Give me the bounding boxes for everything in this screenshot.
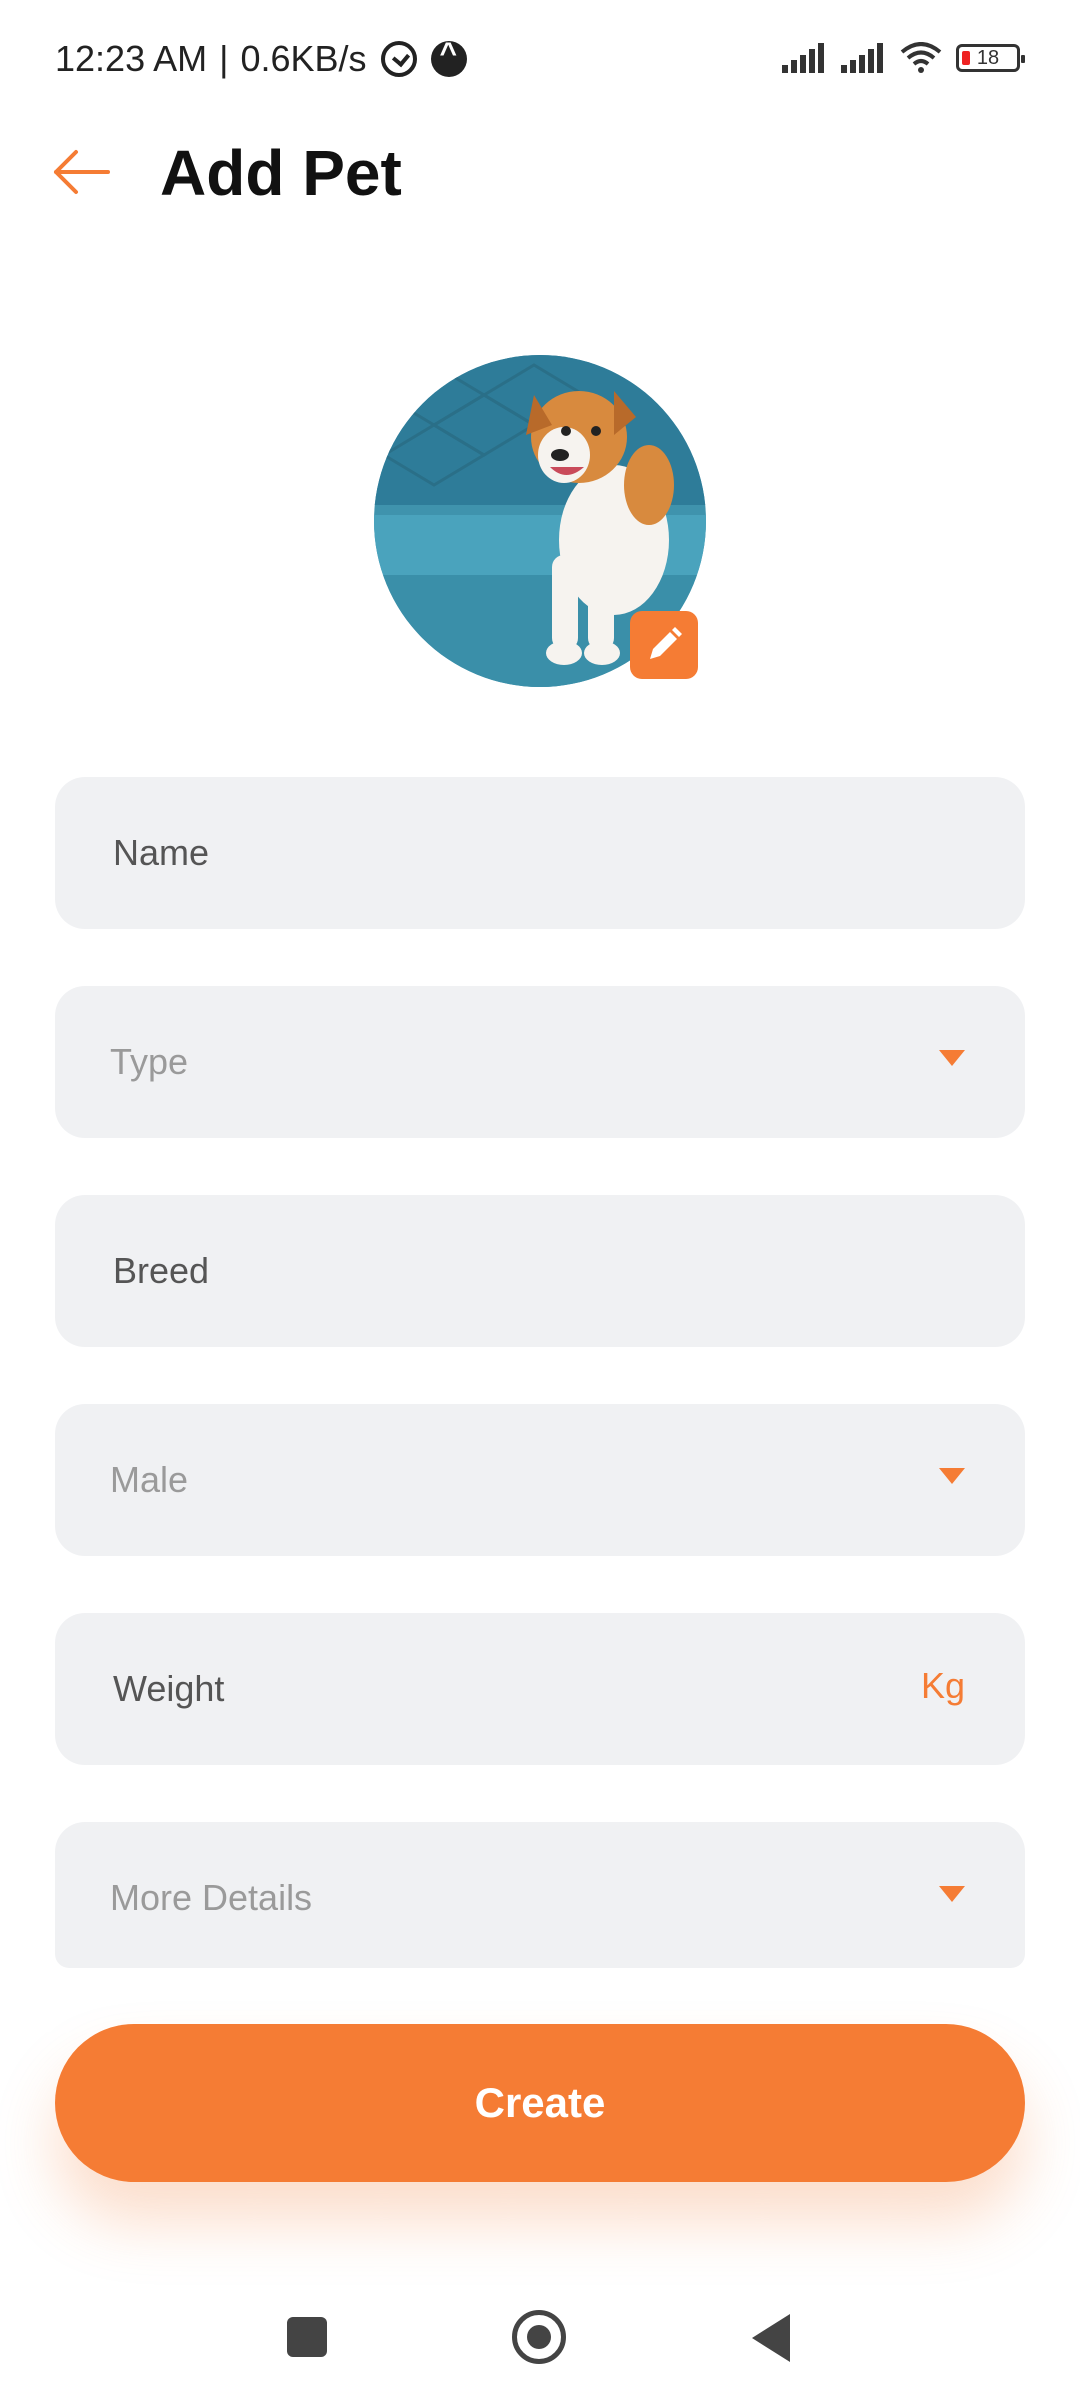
signal-icon bbox=[841, 43, 886, 73]
home-circle-icon[interactable] bbox=[512, 2310, 566, 2364]
status-time: 12:23 AM bbox=[55, 38, 208, 79]
pet-avatar-container bbox=[374, 355, 706, 687]
battery-icon: 18 bbox=[956, 44, 1025, 72]
signal-icon bbox=[782, 43, 827, 73]
name-field[interactable] bbox=[55, 777, 1025, 929]
pencil-icon bbox=[650, 627, 682, 659]
caret-down-icon bbox=[939, 1468, 965, 1484]
status-right: 18 bbox=[782, 42, 1025, 74]
weight-field[interactable]: Kg bbox=[55, 1613, 1025, 1765]
create-button[interactable]: Create bbox=[55, 2024, 1025, 2182]
battery-level: 18 bbox=[976, 46, 1000, 69]
caret-down-icon bbox=[939, 1050, 965, 1066]
type-select-placeholder: Type bbox=[110, 1041, 189, 1082]
gender-select[interactable]: Male bbox=[55, 1404, 1025, 1556]
alarm-icon bbox=[380, 41, 417, 77]
back-triangle-icon[interactable] bbox=[752, 2314, 790, 2362]
status-separator: | bbox=[219, 38, 229, 79]
recents-square-icon[interactable] bbox=[287, 2317, 327, 2357]
wifi-icon bbox=[900, 42, 942, 73]
more-details-label: More Details bbox=[110, 1877, 313, 1918]
gender-select-value: Male bbox=[110, 1459, 189, 1500]
arrow-left-icon[interactable] bbox=[50, 144, 112, 200]
page-title: Add Pet bbox=[160, 137, 402, 209]
weight-input[interactable] bbox=[55, 1613, 1025, 1765]
status-left: 12:23 AM | 0.6KB/s bbox=[55, 37, 467, 80]
more-details-select[interactable]: More Details bbox=[55, 1822, 1025, 1968]
app-notification-icon bbox=[430, 37, 467, 77]
caret-down-icon bbox=[939, 1886, 965, 1902]
status-bar: 12:23 AM | 0.6KB/s 18 bbox=[0, 0, 1080, 120]
header: Add Pet bbox=[0, 128, 1080, 218]
breed-input[interactable] bbox=[55, 1195, 1025, 1347]
name-input[interactable] bbox=[55, 777, 1025, 929]
edit-avatar-button[interactable] bbox=[630, 611, 698, 679]
breed-field[interactable] bbox=[55, 1195, 1025, 1347]
system-nav-bar bbox=[0, 2260, 1080, 2400]
type-select[interactable]: Type bbox=[55, 986, 1025, 1138]
network-speed: 0.6KB/s bbox=[240, 38, 367, 79]
weight-unit-label: Kg bbox=[920, 1665, 965, 1706]
